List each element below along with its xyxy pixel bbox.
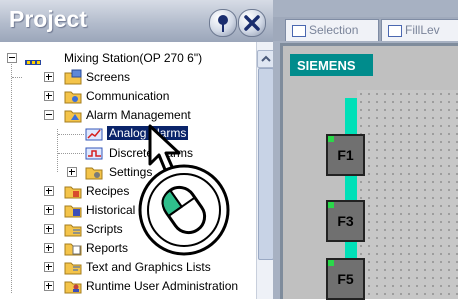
text-graphics-folder-icon xyxy=(64,262,82,275)
brand-text: SIEMENS xyxy=(297,58,356,73)
editor-tabbar: Selection FillLev xyxy=(273,17,458,41)
scripts-folder-icon xyxy=(64,224,82,237)
tree-item-label: Mixing Station(OP 270 6") xyxy=(64,51,203,65)
tree-item-label: Recipes xyxy=(86,184,130,198)
chevron-up-icon xyxy=(261,55,271,62)
screen-canvas-frame: SIEMENS F1 F3 F5 xyxy=(280,43,458,300)
tree-item-discrete-alarms[interactable]: Discrete Alarms xyxy=(0,144,255,163)
function-key-label: F3 xyxy=(337,213,354,229)
tree-item-communication[interactable]: Communication xyxy=(0,87,255,106)
tree-item-mixing-station[interactable]: Mixing Station(OP 270 6") xyxy=(0,49,255,68)
reports-folder-icon xyxy=(64,243,82,256)
tree-item-label: Scripts xyxy=(86,222,123,236)
tree-item-analog-alarms[interactable]: Analog Alarms xyxy=(0,125,255,144)
expand-icon[interactable] xyxy=(44,186,54,196)
tab-filllev[interactable]: FillLev xyxy=(381,19,458,41)
expand-icon[interactable] xyxy=(44,243,54,253)
close-panel-button[interactable] xyxy=(238,9,266,37)
screens-folder-icon xyxy=(64,69,82,85)
design-grid[interactable] xyxy=(357,90,458,299)
scroll-thumb[interactable] xyxy=(258,68,274,260)
settings-folder-icon xyxy=(85,167,103,180)
screen-canvas[interactable]: SIEMENS F1 F3 F5 xyxy=(283,46,458,300)
tree-item-label: Text and Graphics Lists xyxy=(86,260,211,274)
tree-item-runtime-user-administration[interactable]: Runtime User Administration xyxy=(0,277,255,296)
tree-item-label: Communication xyxy=(86,89,170,103)
expand-icon[interactable] xyxy=(44,281,54,291)
collapse-icon[interactable] xyxy=(44,110,54,120)
expand-icon[interactable] xyxy=(44,72,54,82)
screen-icon xyxy=(388,25,402,37)
project-panel-header: Project xyxy=(0,0,273,42)
tree-item-alarm-management[interactable]: Alarm Management xyxy=(0,106,255,125)
led-indicator xyxy=(328,260,334,266)
project-panel-title: Project xyxy=(9,6,87,32)
discrete-alarms-icon xyxy=(85,147,103,160)
screen-icon xyxy=(292,25,306,37)
led-indicator xyxy=(328,202,334,208)
pin-button[interactable] xyxy=(209,9,237,37)
collapse-icon[interactable] xyxy=(7,53,17,63)
function-key-f1[interactable]: F1 xyxy=(326,134,365,176)
tree-item-screens[interactable]: Screens xyxy=(0,68,255,87)
tree-item-label: Alarm Management xyxy=(86,108,191,122)
expand-icon[interactable] xyxy=(44,224,54,234)
siemens-logo: SIEMENS xyxy=(290,54,373,76)
tab-label: FillLev xyxy=(405,23,440,37)
expand-icon[interactable] xyxy=(44,205,54,215)
tab-selection[interactable]: Selection xyxy=(285,19,379,41)
analog-alarms-icon xyxy=(85,128,103,141)
expand-icon[interactable] xyxy=(67,167,77,177)
tree-item-text-graphics-lists[interactable]: Text and Graphics Lists xyxy=(0,258,255,277)
screen-editor: Selection FillLev SIEMENS F1 F3 F5 xyxy=(273,0,458,300)
historical-folder-icon xyxy=(64,205,82,218)
function-key-label: F1 xyxy=(337,147,354,163)
expand-icon[interactable] xyxy=(44,262,54,272)
pin-icon xyxy=(218,15,228,32)
expand-icon[interactable] xyxy=(44,91,54,101)
tab-label: Selection xyxy=(309,23,359,37)
tree-item-label: Reports xyxy=(86,241,129,255)
mouse-click-icon xyxy=(138,164,230,256)
alarm-folder-icon xyxy=(64,110,82,123)
tree-item-label: Screens xyxy=(86,70,131,84)
recipes-folder-icon xyxy=(64,186,82,199)
led-indicator xyxy=(328,136,334,142)
function-key-f5[interactable]: F5 xyxy=(326,258,365,300)
station-icon xyxy=(25,60,41,65)
tree-item-label: Runtime User Administration xyxy=(86,279,239,293)
close-icon xyxy=(244,15,260,31)
function-key-label: F5 xyxy=(337,271,354,287)
runtime-user-icon xyxy=(64,281,82,294)
tree-scrollbar[interactable] xyxy=(256,42,275,299)
communication-folder-icon xyxy=(64,91,82,104)
function-key-f3[interactable]: F3 xyxy=(326,200,365,242)
